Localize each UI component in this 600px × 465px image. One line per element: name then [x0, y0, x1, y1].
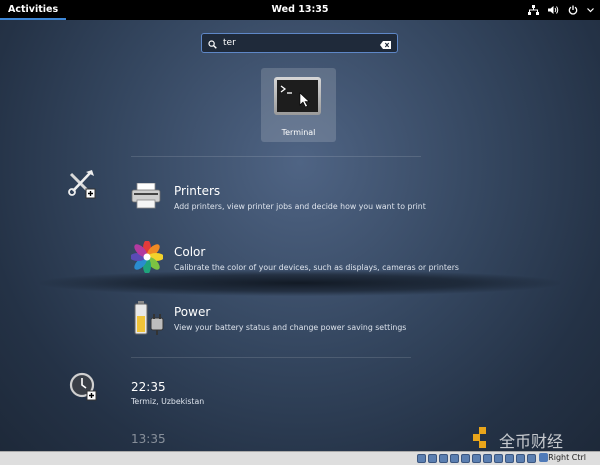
clock-time: 22:35	[131, 380, 166, 394]
usb-icon[interactable]	[461, 454, 470, 463]
network-icon[interactable]	[528, 5, 539, 15]
display-icon[interactable]	[483, 454, 492, 463]
power-battery-icon	[134, 301, 166, 339]
result-description: Add printers, view printer jobs and deci…	[174, 202, 426, 211]
host-key-arrow-icon	[539, 453, 548, 462]
clock[interactable]: Wed 13:35	[0, 0, 600, 20]
shared-folder-icon[interactable]	[472, 454, 481, 463]
result-title: Printers	[174, 184, 221, 198]
clock-result-partial[interactable]: 13:35	[131, 432, 166, 446]
section-divider	[131, 156, 421, 157]
vm-status-icons	[417, 454, 536, 463]
cpu-icon[interactable]	[505, 454, 514, 463]
result-description: Calibrate the color of your devices, suc…	[174, 263, 459, 272]
top-bar: Activities Wed 13:35	[0, 0, 600, 20]
search-box[interactable]	[201, 33, 398, 53]
wallpaper-horizon	[40, 270, 560, 296]
chevron-down-icon[interactable]	[587, 5, 594, 15]
terminal-icon	[274, 77, 321, 115]
search-icon	[208, 34, 217, 53]
audio-icon[interactable]	[439, 454, 448, 463]
clocks-icon[interactable]	[69, 372, 98, 405]
vm-status-bar: Right Ctrl	[0, 451, 600, 465]
keyboard-icon[interactable]	[527, 454, 536, 463]
color-icon	[130, 240, 164, 277]
app-result-label: Terminal	[281, 128, 316, 137]
network-adapter-icon[interactable]	[450, 454, 459, 463]
power-icon[interactable]	[568, 5, 578, 15]
volume-icon[interactable]	[548, 5, 559, 15]
video-capture-icon[interactable]	[494, 454, 503, 463]
system-tray[interactable]	[528, 0, 594, 20]
clear-icon[interactable]	[380, 34, 391, 53]
search-input[interactable]	[217, 35, 380, 51]
result-title: Power	[174, 305, 211, 319]
hard-disk-icon[interactable]	[417, 454, 426, 463]
clock-time: 13:35	[131, 432, 166, 446]
watermark-text: 全币财经	[499, 432, 564, 451]
optical-drive-icon[interactable]	[428, 454, 437, 463]
settings-tools-icon[interactable]	[68, 170, 97, 203]
result-title: Color	[174, 245, 206, 259]
activities-button[interactable]: Activities	[0, 0, 67, 20]
host-key-label: Right Ctrl	[548, 453, 586, 462]
mouse-integration-icon[interactable]	[516, 454, 525, 463]
app-result-terminal[interactable]: Terminal	[261, 68, 336, 142]
section-divider	[131, 357, 411, 358]
result-description: View your battery status and change powe…	[174, 323, 407, 332]
printer-icon	[131, 182, 161, 213]
clock-location: Termiz, Uzbekistan	[131, 397, 205, 406]
clock-result[interactable]: 22:35 Termiz, Uzbekistan	[131, 380, 204, 406]
